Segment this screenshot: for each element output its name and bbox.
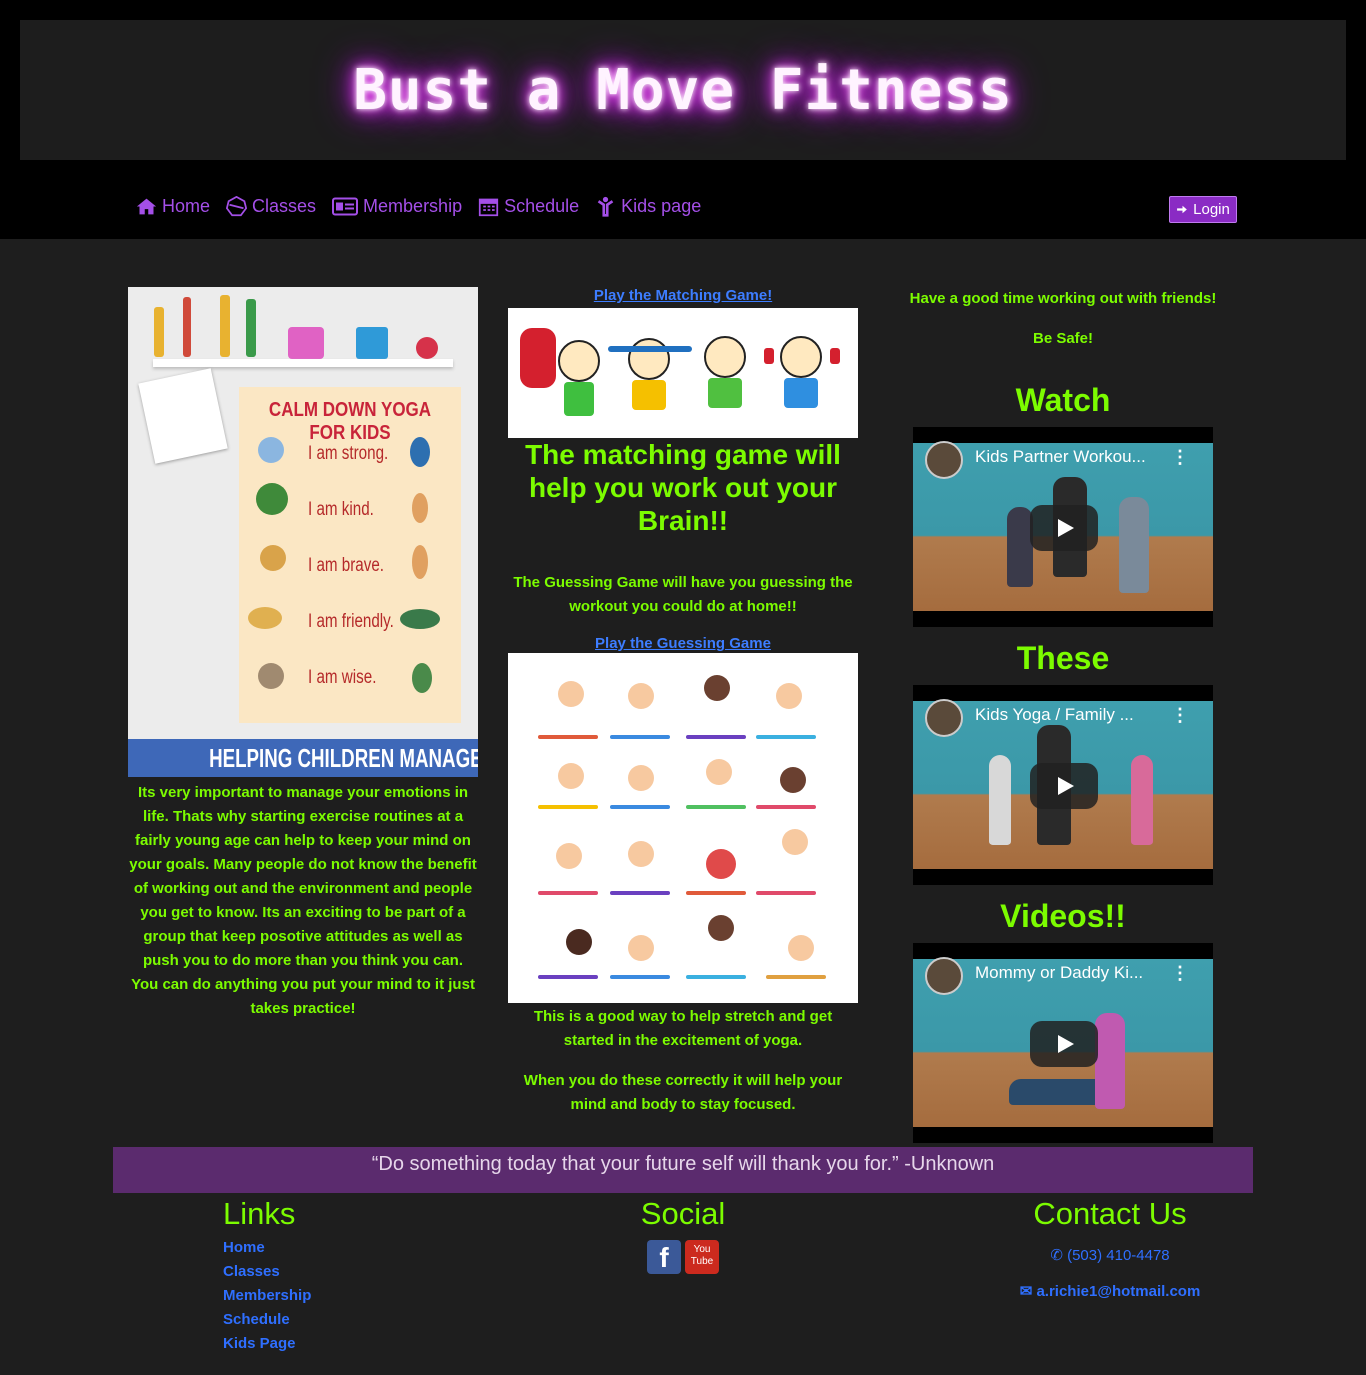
child-drawing [138, 368, 228, 464]
envelope-icon: ✉ [1019, 1283, 1033, 1300]
facebook-icon[interactable]: f [647, 1240, 681, 1274]
footer-contact: Contact Us ✆ (503) 410-4478 ✉ a.richie1@… [1000, 1196, 1220, 1300]
email-text: a.richie1@hotmail.com [1036, 1283, 1201, 1300]
phone-icon: ✆ [1050, 1247, 1063, 1264]
poster-line-brave: I am brave. [308, 555, 385, 576]
footer-link-home[interactable]: Home [223, 1236, 311, 1260]
guessing-game-image[interactable] [508, 653, 858, 1003]
calm-yoga-poster: CALM DOWN YOGA FOR KIDS I am strong. I a… [128, 287, 478, 777]
contact-heading: Contact Us [1033, 1196, 1187, 1231]
poster-line-wise: I am wise. [308, 667, 377, 688]
nav-home-label: Home [162, 196, 211, 216]
login-label: Login [1193, 201, 1230, 218]
phone-number: ✆ (503) 410-4478 [1000, 1246, 1220, 1264]
youtube-icon[interactable]: You Tube [685, 1240, 719, 1274]
dumbbell-icon [226, 196, 248, 217]
video-kids-partner-workout[interactable]: Kids Partner Workou... ⋮ [913, 427, 1213, 627]
footer-link-kids-page[interactable]: Kids Page [223, 1332, 311, 1356]
play-button[interactable] [1030, 763, 1098, 809]
footer-link-classes[interactable]: Classes [223, 1260, 311, 1284]
nav-membership[interactable]: Membership [332, 196, 462, 217]
login-button[interactable]: Login [1169, 196, 1237, 223]
nav-home[interactable]: Home [136, 196, 210, 217]
more-options-icon[interactable]: ⋮ [1171, 963, 1189, 984]
nav-classes-label: Classes [252, 196, 317, 216]
nav-schedule[interactable]: Schedule [478, 196, 579, 217]
stretch-text: This is a good way to help stretch and g… [533, 1008, 833, 1049]
social-heading: Social [640, 1196, 726, 1231]
channel-avatar[interactable] [925, 957, 963, 995]
footer-link-schedule[interactable]: Schedule [223, 1308, 311, 1332]
more-options-icon[interactable]: ⋮ [1171, 447, 1189, 468]
site-banner: Bust a Move Fitness [20, 20, 1346, 160]
matching-game-link[interactable]: Play the Matching Game! [594, 287, 772, 304]
middle-column: Play the Matching Game! The matching gam… [508, 287, 858, 1117]
channel-avatar[interactable] [925, 441, 963, 479]
quote-banner: “Do something today that your future sel… [113, 1147, 1253, 1193]
play-button[interactable] [1030, 1021, 1098, 1067]
these-heading: These [1016, 640, 1110, 676]
video-mommy-or-daddy[interactable]: Mommy or Daddy Ki... ⋮ [913, 943, 1213, 1143]
sign-in-icon [1177, 205, 1187, 214]
matching-game-image[interactable] [508, 308, 858, 438]
id-card-icon [332, 197, 359, 216]
matching-game-heading: The matching game will help you work out… [525, 439, 841, 536]
videos-heading: Videos!! [1000, 898, 1126, 934]
poster-line-strong: I am strong. [308, 443, 389, 464]
right-column: Have a good time working out with friend… [893, 287, 1233, 1143]
more-options-icon[interactable]: ⋮ [1171, 705, 1189, 726]
friends-text: Have a good time working out with friend… [909, 290, 1217, 307]
home-icon [136, 198, 157, 215]
video-kids-yoga-family[interactable]: Kids Yoga / Family ... ⋮ [913, 685, 1213, 885]
focus-text: When you do these correctly it will help… [523, 1072, 843, 1113]
links-heading: Links [223, 1196, 296, 1231]
video-title[interactable]: Kids Yoga / Family ... [975, 705, 1134, 725]
poster-line-friendly: I am friendly. [308, 611, 394, 632]
video-title[interactable]: Mommy or Daddy Ki... [975, 963, 1143, 983]
poster-footer: HELPING CHILDREN MANAGE BIG EMOTIONS [128, 739, 478, 777]
nav-kids-label: Kids page [621, 196, 702, 216]
nav-classes[interactable]: Classes [226, 196, 316, 217]
footer-links: Links Home Classes Membership Schedule K… [223, 1196, 311, 1356]
footer-social: Social f You Tube [610, 1196, 756, 1274]
left-column: CALM DOWN YOGA FOR KIDS I am strong. I a… [128, 287, 478, 1021]
main-nav: Home Classes Membership Schedule Kids pa… [136, 196, 701, 217]
site-title: Bust a Move Fitness [353, 57, 1013, 123]
watch-heading: Watch [1015, 382, 1111, 418]
email-link[interactable]: ✉ a.richie1@hotmail.com [1000, 1282, 1220, 1300]
video-title[interactable]: Kids Partner Workou... [975, 447, 1146, 467]
intro-paragraph: Its very important to manage your emotio… [129, 784, 477, 1017]
channel-avatar[interactable] [925, 699, 963, 737]
safe-text: Be Safe! [1032, 330, 1094, 347]
nav-membership-label: Membership [363, 196, 463, 216]
footer-link-membership[interactable]: Membership [223, 1284, 311, 1308]
calendar-icon [478, 198, 499, 217]
nav-schedule-label: Schedule [504, 196, 580, 216]
phone-text: (503) 410-4478 [1067, 1247, 1170, 1264]
play-button[interactable] [1030, 505, 1098, 551]
child-icon [597, 196, 614, 217]
nav-kids[interactable]: Kids page [595, 196, 701, 217]
poster-line-kind: I am kind. [308, 499, 374, 520]
guessing-game-text: The Guessing Game will have you guessing… [513, 574, 853, 615]
guessing-game-link[interactable]: Play the Guessing Game [595, 635, 771, 652]
